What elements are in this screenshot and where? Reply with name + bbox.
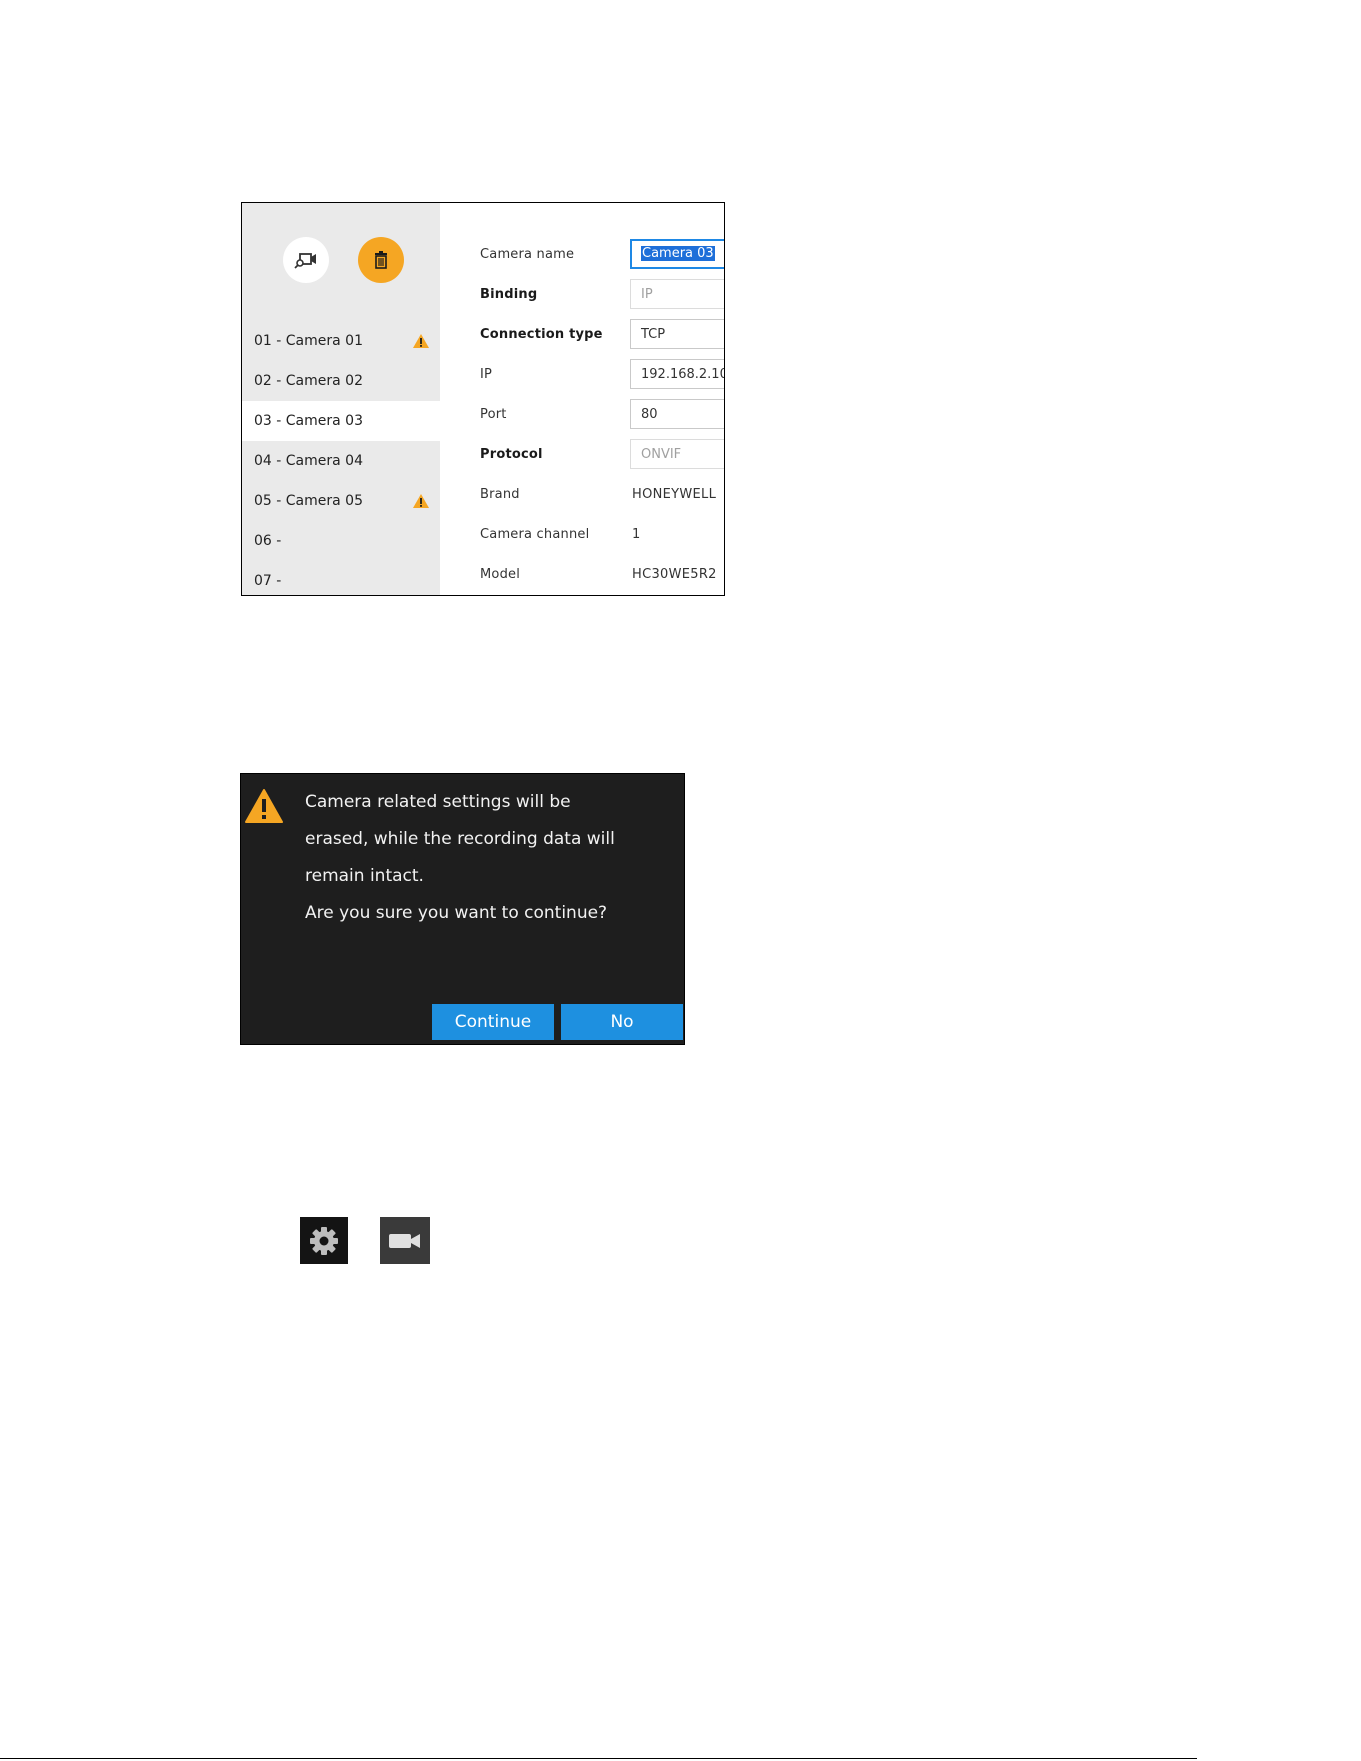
brand-value: HONEYWELL <box>632 487 717 502</box>
camera-list-item-selected[interactable]: 03 - Camera 03 <box>242 401 440 441</box>
camera-list-item-label: 07 - <box>254 573 282 589</box>
camera-list-item[interactable]: 02 - Camera 02 <box>242 361 440 401</box>
camera-list-item-label: 04 - Camera 04 <box>254 453 363 469</box>
camera-sidebar: 01 - Camera 01 02 - Camera 02 03 - Camer… <box>242 203 440 595</box>
dialog-message-line: Camera related settings will be <box>305 792 571 812</box>
camera-name-value: Camera 03 <box>641 246 715 261</box>
camera-list-item-label: 02 - Camera 02 <box>254 373 363 389</box>
video-camera-icon <box>389 1233 420 1248</box>
camera-list: 01 - Camera 01 02 - Camera 02 03 - Camer… <box>242 321 440 595</box>
camera-search-button[interactable] <box>283 237 329 283</box>
protocol-label: Protocol <box>480 447 543 462</box>
dialog-message-line: erased, while the recording data will <box>305 829 615 849</box>
dialog-message: Camera related settings will be erased, … <box>305 784 675 932</box>
binding-row: Binding IP <box>440 279 724 311</box>
protocol-row: Protocol ONVIF <box>440 439 724 471</box>
camera-list-item[interactable]: 05 - Camera 05 <box>242 481 440 521</box>
dialog-message-line: remain intact. <box>305 866 424 886</box>
no-button[interactable]: No <box>561 1004 683 1040</box>
trash-icon <box>375 251 387 269</box>
warning-icon <box>245 789 283 823</box>
warning-icon <box>413 494 429 508</box>
model-label: Model <box>480 567 521 582</box>
camera-channel-label: Camera channel <box>480 527 590 542</box>
camera-channel-row: Camera channel 1 <box>440 519 724 551</box>
model-value: HC30WE5R2 <box>632 567 717 582</box>
binding-label: Binding <box>480 287 538 302</box>
port-label: Port <box>480 407 507 422</box>
footer-rule <box>0 1758 1197 1759</box>
connection-type-label: Connection type <box>480 327 603 342</box>
ip-row: IP 192.168.2.10 <box>440 359 724 391</box>
camera-form: Camera name Camera 03 Binding IP Connect… <box>440 203 724 595</box>
ip-label: IP <box>480 367 493 382</box>
camera-search-icon <box>294 253 316 269</box>
camera-button[interactable] <box>380 1217 430 1264</box>
camera-list-item[interactable]: 01 - Camera 01 <box>242 321 440 361</box>
protocol-field: ONVIF <box>630 439 724 469</box>
brand-row: Brand HONEYWELL <box>440 479 724 511</box>
connection-type-row: Connection type TCP <box>440 319 724 351</box>
camera-name-input[interactable]: Camera 03 <box>630 239 724 269</box>
binding-field: IP <box>630 279 724 309</box>
camera-list-item[interactable]: 06 - <box>242 521 440 561</box>
gear-icon <box>310 1226 338 1255</box>
camera-list-item-label: 06 - <box>254 533 282 549</box>
delete-camera-button[interactable] <box>358 237 404 283</box>
camera-settings-panel: 01 - Camera 01 02 - Camera 02 03 - Camer… <box>241 202 725 596</box>
continue-button[interactable]: Continue <box>432 1004 554 1040</box>
port-row: Port 80 <box>440 399 724 431</box>
camera-list-item-label: 01 - Camera 01 <box>254 333 363 349</box>
camera-list-item-label: 03 - Camera 03 <box>254 413 363 429</box>
connection-type-select[interactable]: TCP <box>630 319 724 349</box>
brand-label: Brand <box>480 487 520 502</box>
camera-name-row: Camera name Camera 03 <box>440 239 724 271</box>
confirm-dialog: Camera related settings will be erased, … <box>240 773 685 1045</box>
settings-button[interactable] <box>300 1217 348 1264</box>
camera-list-item[interactable]: 07 - <box>242 561 440 595</box>
camera-channel-value: 1 <box>632 527 641 542</box>
model-row: Model HC30WE5R2 <box>440 559 724 591</box>
ip-input[interactable]: 192.168.2.10 <box>630 359 724 389</box>
port-input[interactable]: 80 <box>630 399 724 429</box>
warning-icon <box>413 334 429 348</box>
camera-list-item-label: 05 - Camera 05 <box>254 493 363 509</box>
sidebar-toolbar <box>242 203 440 321</box>
camera-name-label: Camera name <box>480 247 575 262</box>
camera-list-item[interactable]: 04 - Camera 04 <box>242 441 440 481</box>
dialog-question: Are you sure you want to continue? <box>305 903 608 923</box>
